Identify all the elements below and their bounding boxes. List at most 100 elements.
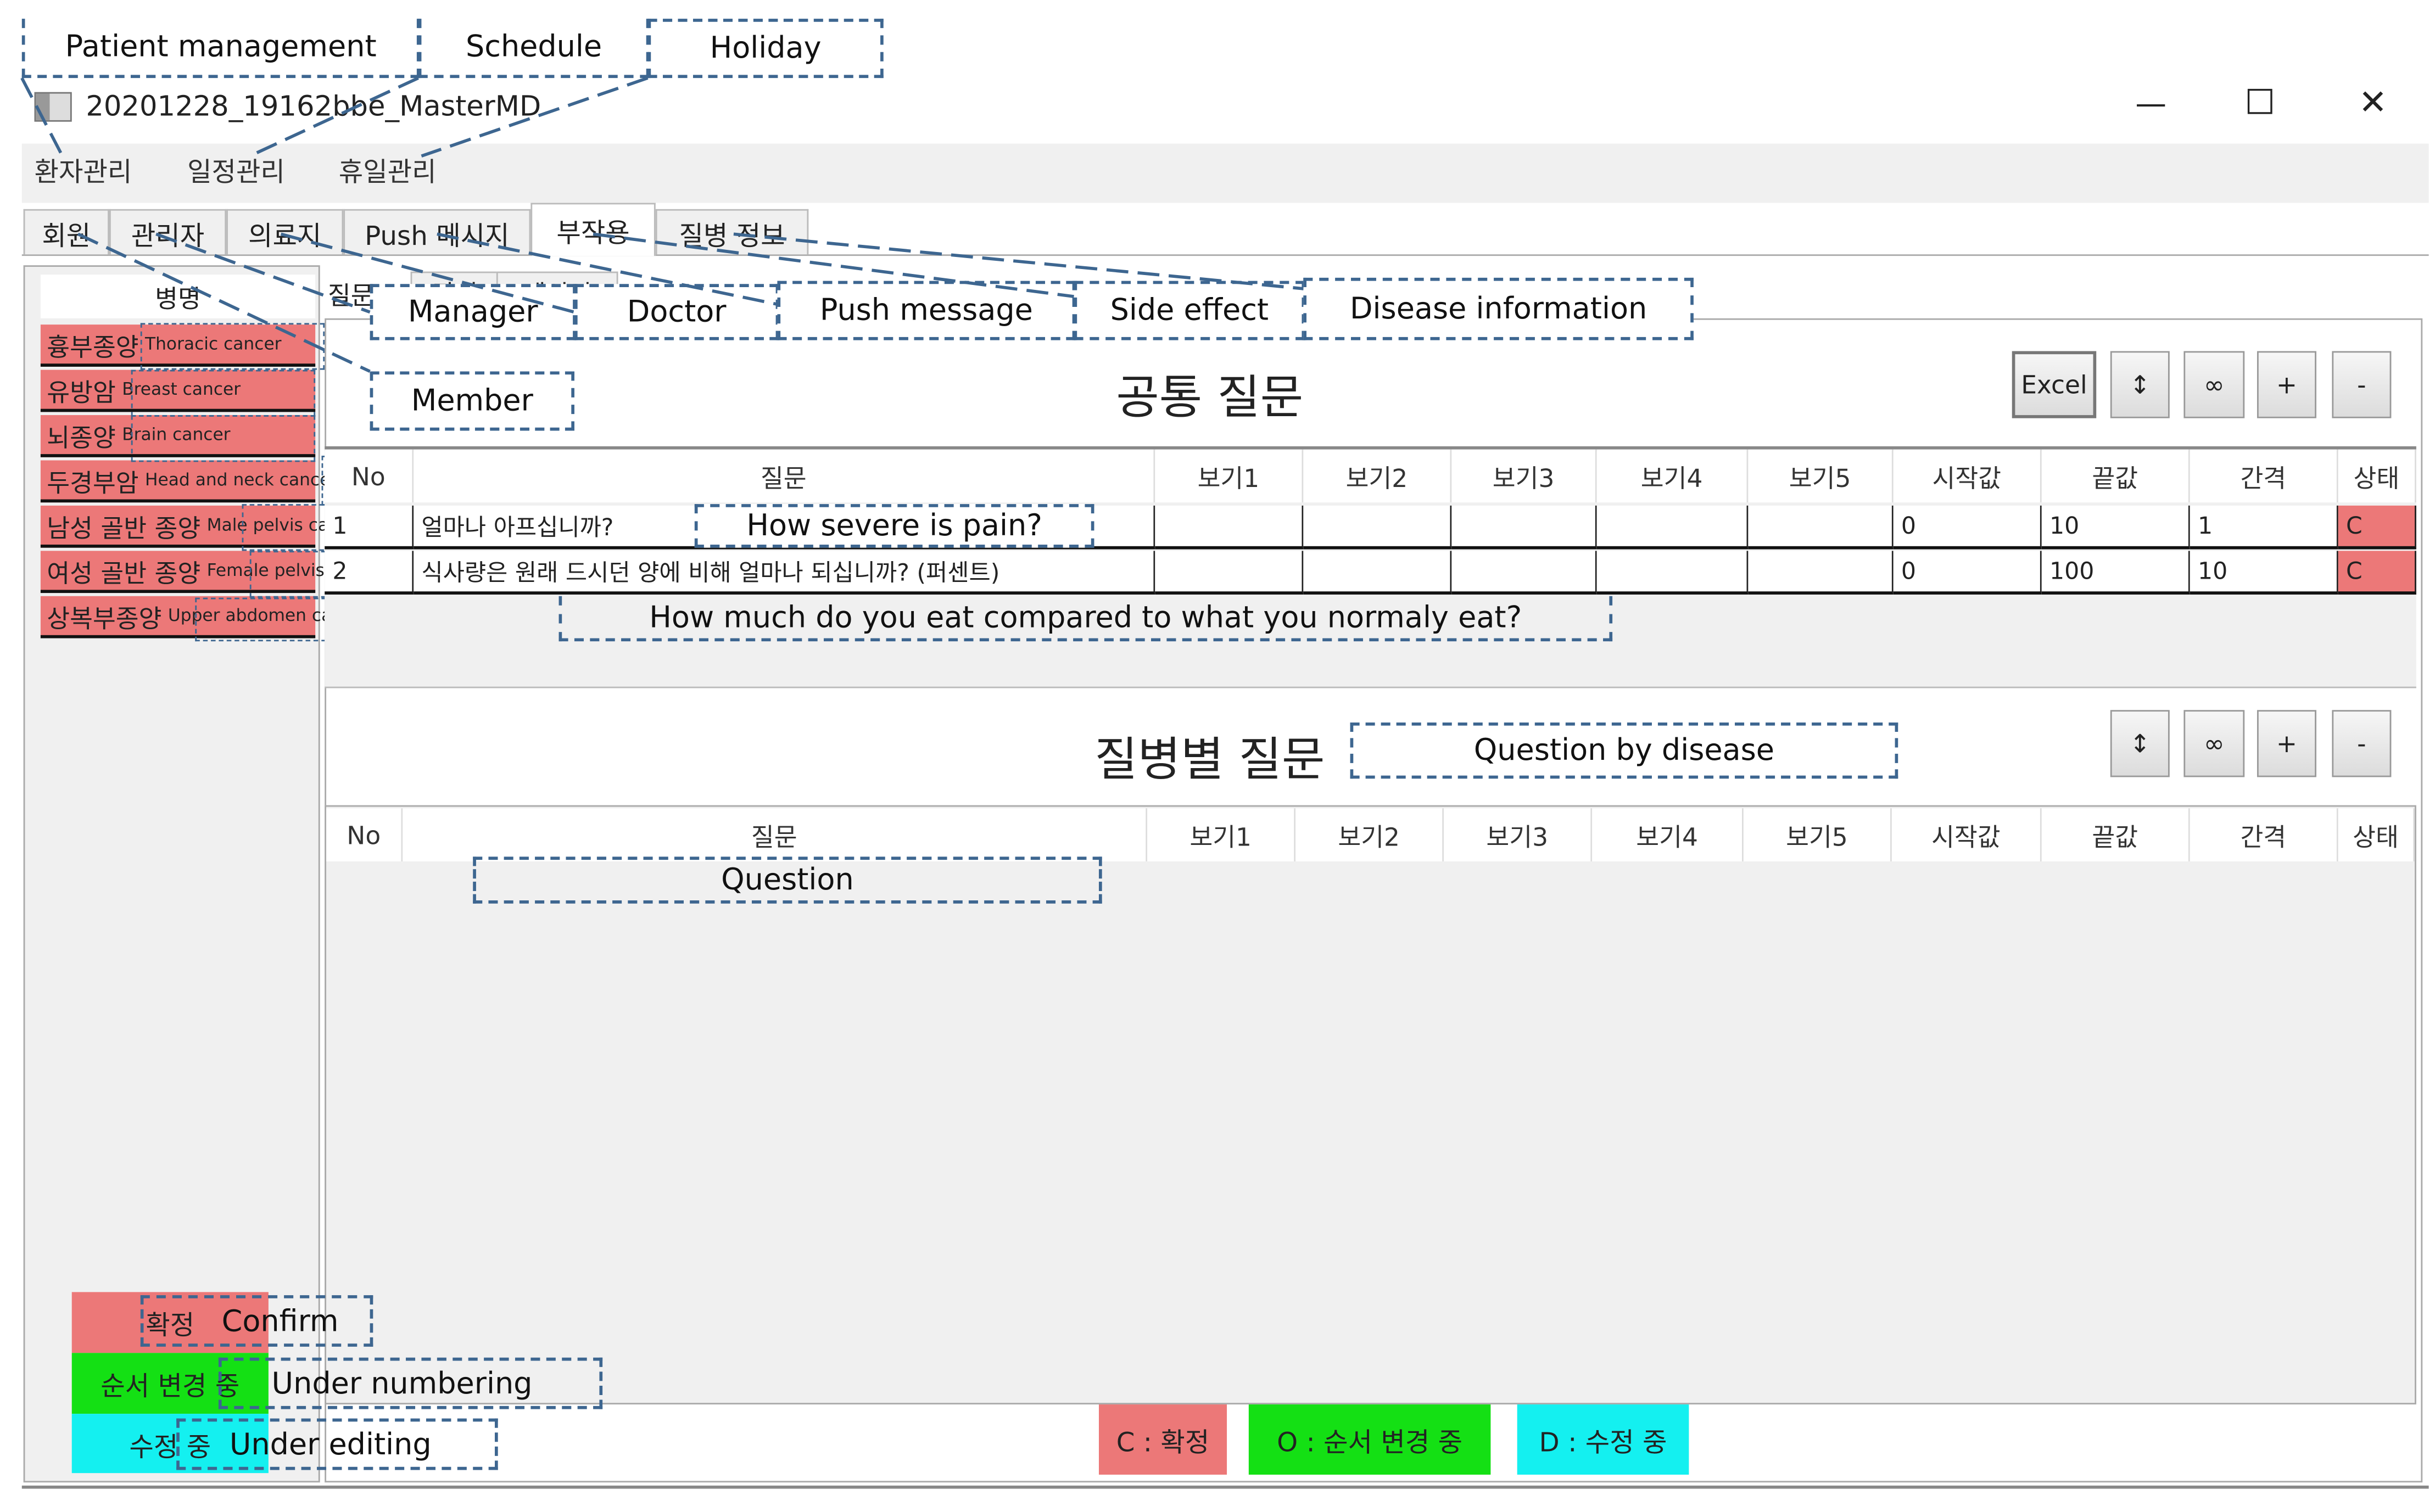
table-cell[interactable]: 10 <box>2041 505 2190 550</box>
by_disease-column-header[interactable]: 간격 <box>2190 808 2338 861</box>
common-column-header[interactable]: 보기5 <box>1748 449 1894 503</box>
excel-button[interactable]: Excel <box>2012 351 2097 418</box>
disease-name-en: Head and neck cancer <box>145 469 338 490</box>
annotation-row1: How severe is pain? <box>694 504 1094 548</box>
by_disease-column-header[interactable]: 보기2 <box>1295 808 1444 861</box>
by_disease-column-header[interactable]: 보기4 <box>1592 808 1744 861</box>
by_disease-column-header[interactable]: 시작값 <box>1891 808 2042 861</box>
tab-side-effect[interactable]: 부작용 <box>530 203 656 256</box>
common-column-header[interactable]: 보기2 <box>1303 449 1452 503</box>
by_disease-column-header[interactable]: 질문 <box>403 808 1148 861</box>
annotation-member: Member <box>370 371 574 431</box>
annotation-under-numbering: Under numbering <box>218 1357 603 1409</box>
disease-name-ko: 흉부종양 <box>47 331 139 361</box>
table-cell[interactable] <box>1748 505 1894 550</box>
by_disease-column-header[interactable]: 보기3 <box>1444 808 1593 861</box>
tab-push-message[interactable]: Push 메시지 <box>343 209 531 255</box>
disease-loop-button[interactable]: ∞ <box>2183 710 2245 777</box>
close-button[interactable]: ✕ <box>2359 84 2387 123</box>
annotation-schedule: Schedule <box>418 19 650 79</box>
common-column-header[interactable]: 끝값 <box>2041 449 2190 503</box>
disease-list-header: 병명 <box>40 275 316 318</box>
table-cell[interactable]: 1 <box>325 505 414 550</box>
annotation-push-message: Push message <box>777 281 1076 340</box>
remove-button[interactable]: - <box>2332 351 2392 418</box>
table-cell[interactable] <box>1748 551 1894 595</box>
annotation-manager: Manager <box>370 284 576 340</box>
table-cell[interactable] <box>1155 551 1304 595</box>
menu-schedule[interactable]: 일정관리 <box>187 150 285 189</box>
table-cell[interactable] <box>1596 551 1749 595</box>
table-cell[interactable]: 2 <box>325 551 414 595</box>
status-cell[interactable]: C <box>2338 551 2416 595</box>
by_disease-column-header[interactable]: 상태 <box>2338 808 2415 861</box>
tab-doctor[interactable]: 의료지 <box>226 209 344 255</box>
disease-remove-button[interactable]: - <box>2332 710 2392 777</box>
reorder-button[interactable]: ↕ <box>2110 351 2170 418</box>
maximize-button[interactable]: ☐ <box>2244 84 2275 123</box>
disease-name-ko: 상복부종양 <box>47 603 162 633</box>
annotation-patient-management: Patient management <box>21 19 420 79</box>
annotation-disease-box <box>140 323 325 370</box>
common-column-header[interactable]: 보기1 <box>1155 449 1304 503</box>
tab-member[interactable]: 회원 <box>23 209 109 255</box>
disease-question-title: 질병별 질문 <box>1094 733 1325 788</box>
annotation-under-editing: Under editing <box>176 1418 498 1470</box>
table-cell[interactable]: 100 <box>2041 551 2190 595</box>
window-title: 20201228_19162bbe_MasterMD <box>86 90 541 124</box>
app-window: Patient management Schedule Holiday 2020… <box>0 0 2435 1512</box>
annotation-side-effect: Side effect <box>1074 281 1305 340</box>
status-legend-numbering: O : 순서 변경 중 <box>1248 1404 1491 1475</box>
common-question-title: 공통 질문 <box>1116 371 1304 426</box>
common-column-header[interactable]: 상태 <box>2338 449 2416 503</box>
table-cell[interactable] <box>1451 551 1597 595</box>
table-cell[interactable] <box>1155 505 1304 550</box>
subtab-question[interactable]: 질문 <box>328 275 374 312</box>
status-legend-editing: D : 수정 중 <box>1517 1404 1689 1475</box>
annotation-disease-box <box>131 369 316 417</box>
tab-manager[interactable]: 관리자 <box>109 209 227 255</box>
table-cell[interactable]: 10 <box>2190 551 2338 595</box>
disease-name-ko: 유방암 <box>47 377 116 407</box>
status-cell[interactable]: C <box>2338 505 2416 550</box>
minimize-button[interactable]: — <box>2135 84 2166 121</box>
tab-divider <box>21 254 2429 256</box>
common-column-header[interactable]: 보기4 <box>1596 449 1749 503</box>
annotation-row2: How much do you eat compared to what you… <box>559 596 1613 642</box>
disease-item[interactable]: 두경부암 Head and neck cancer <box>40 460 337 503</box>
common-column-header[interactable]: 보기3 <box>1451 449 1597 503</box>
by_disease-column-header[interactable]: 보기1 <box>1147 808 1296 861</box>
disease-reorder-button[interactable]: ↕ <box>2110 710 2170 777</box>
common-column-header[interactable]: No <box>325 449 414 503</box>
disease-name-ko: 뇌종양 <box>47 422 116 452</box>
common-column-header[interactable]: 질문 <box>414 449 1155 503</box>
table-cell[interactable]: 식사량은 원래 드시던 양에 비해 얼마나 되십니까? (퍼센트) <box>414 551 1155 595</box>
menu-holiday[interactable]: 휴일관리 <box>339 150 437 189</box>
disease-name-ko: 여성 골반 종양 <box>47 558 201 588</box>
by_disease-column-header[interactable]: No <box>326 808 403 861</box>
disease-add-button[interactable]: + <box>2257 710 2316 777</box>
status-legend-confirm: C : 확정 <box>1098 1404 1227 1475</box>
common-column-header[interactable]: 시작값 <box>1893 449 2042 503</box>
disease-name-ko: 두경부암 <box>47 467 139 497</box>
by_disease-column-header[interactable]: 보기5 <box>1743 808 1892 861</box>
table-cell[interactable] <box>1303 551 1452 595</box>
tab-disease-info[interactable]: 질병 정보 <box>655 209 809 255</box>
annotation-disease-box <box>131 415 316 462</box>
table-cell[interactable] <box>1303 505 1452 550</box>
common-column-header[interactable]: 간격 <box>2190 449 2338 503</box>
menu-patient-management[interactable]: 환자관리 <box>35 150 132 189</box>
add-button[interactable]: + <box>2257 351 2316 418</box>
table-cell[interactable]: 0 <box>1893 551 2042 595</box>
disease-name-ko: 남성 골반 종양 <box>47 512 201 542</box>
loop-button[interactable]: ∞ <box>2183 351 2245 418</box>
annotation-doctor: Doctor <box>574 284 779 340</box>
annotation-holiday: Holiday <box>647 19 884 79</box>
table-cell[interactable] <box>1596 505 1749 550</box>
table-cell[interactable] <box>1451 505 1597 550</box>
table-cell[interactable]: 1 <box>2190 505 2338 550</box>
by_disease-column-header[interactable]: 끝값 <box>2041 808 2190 861</box>
annotation-question-by-disease: Question by disease <box>1350 722 1898 779</box>
table-cell[interactable]: 0 <box>1893 505 2042 550</box>
annotation-question: Question <box>473 856 1102 904</box>
